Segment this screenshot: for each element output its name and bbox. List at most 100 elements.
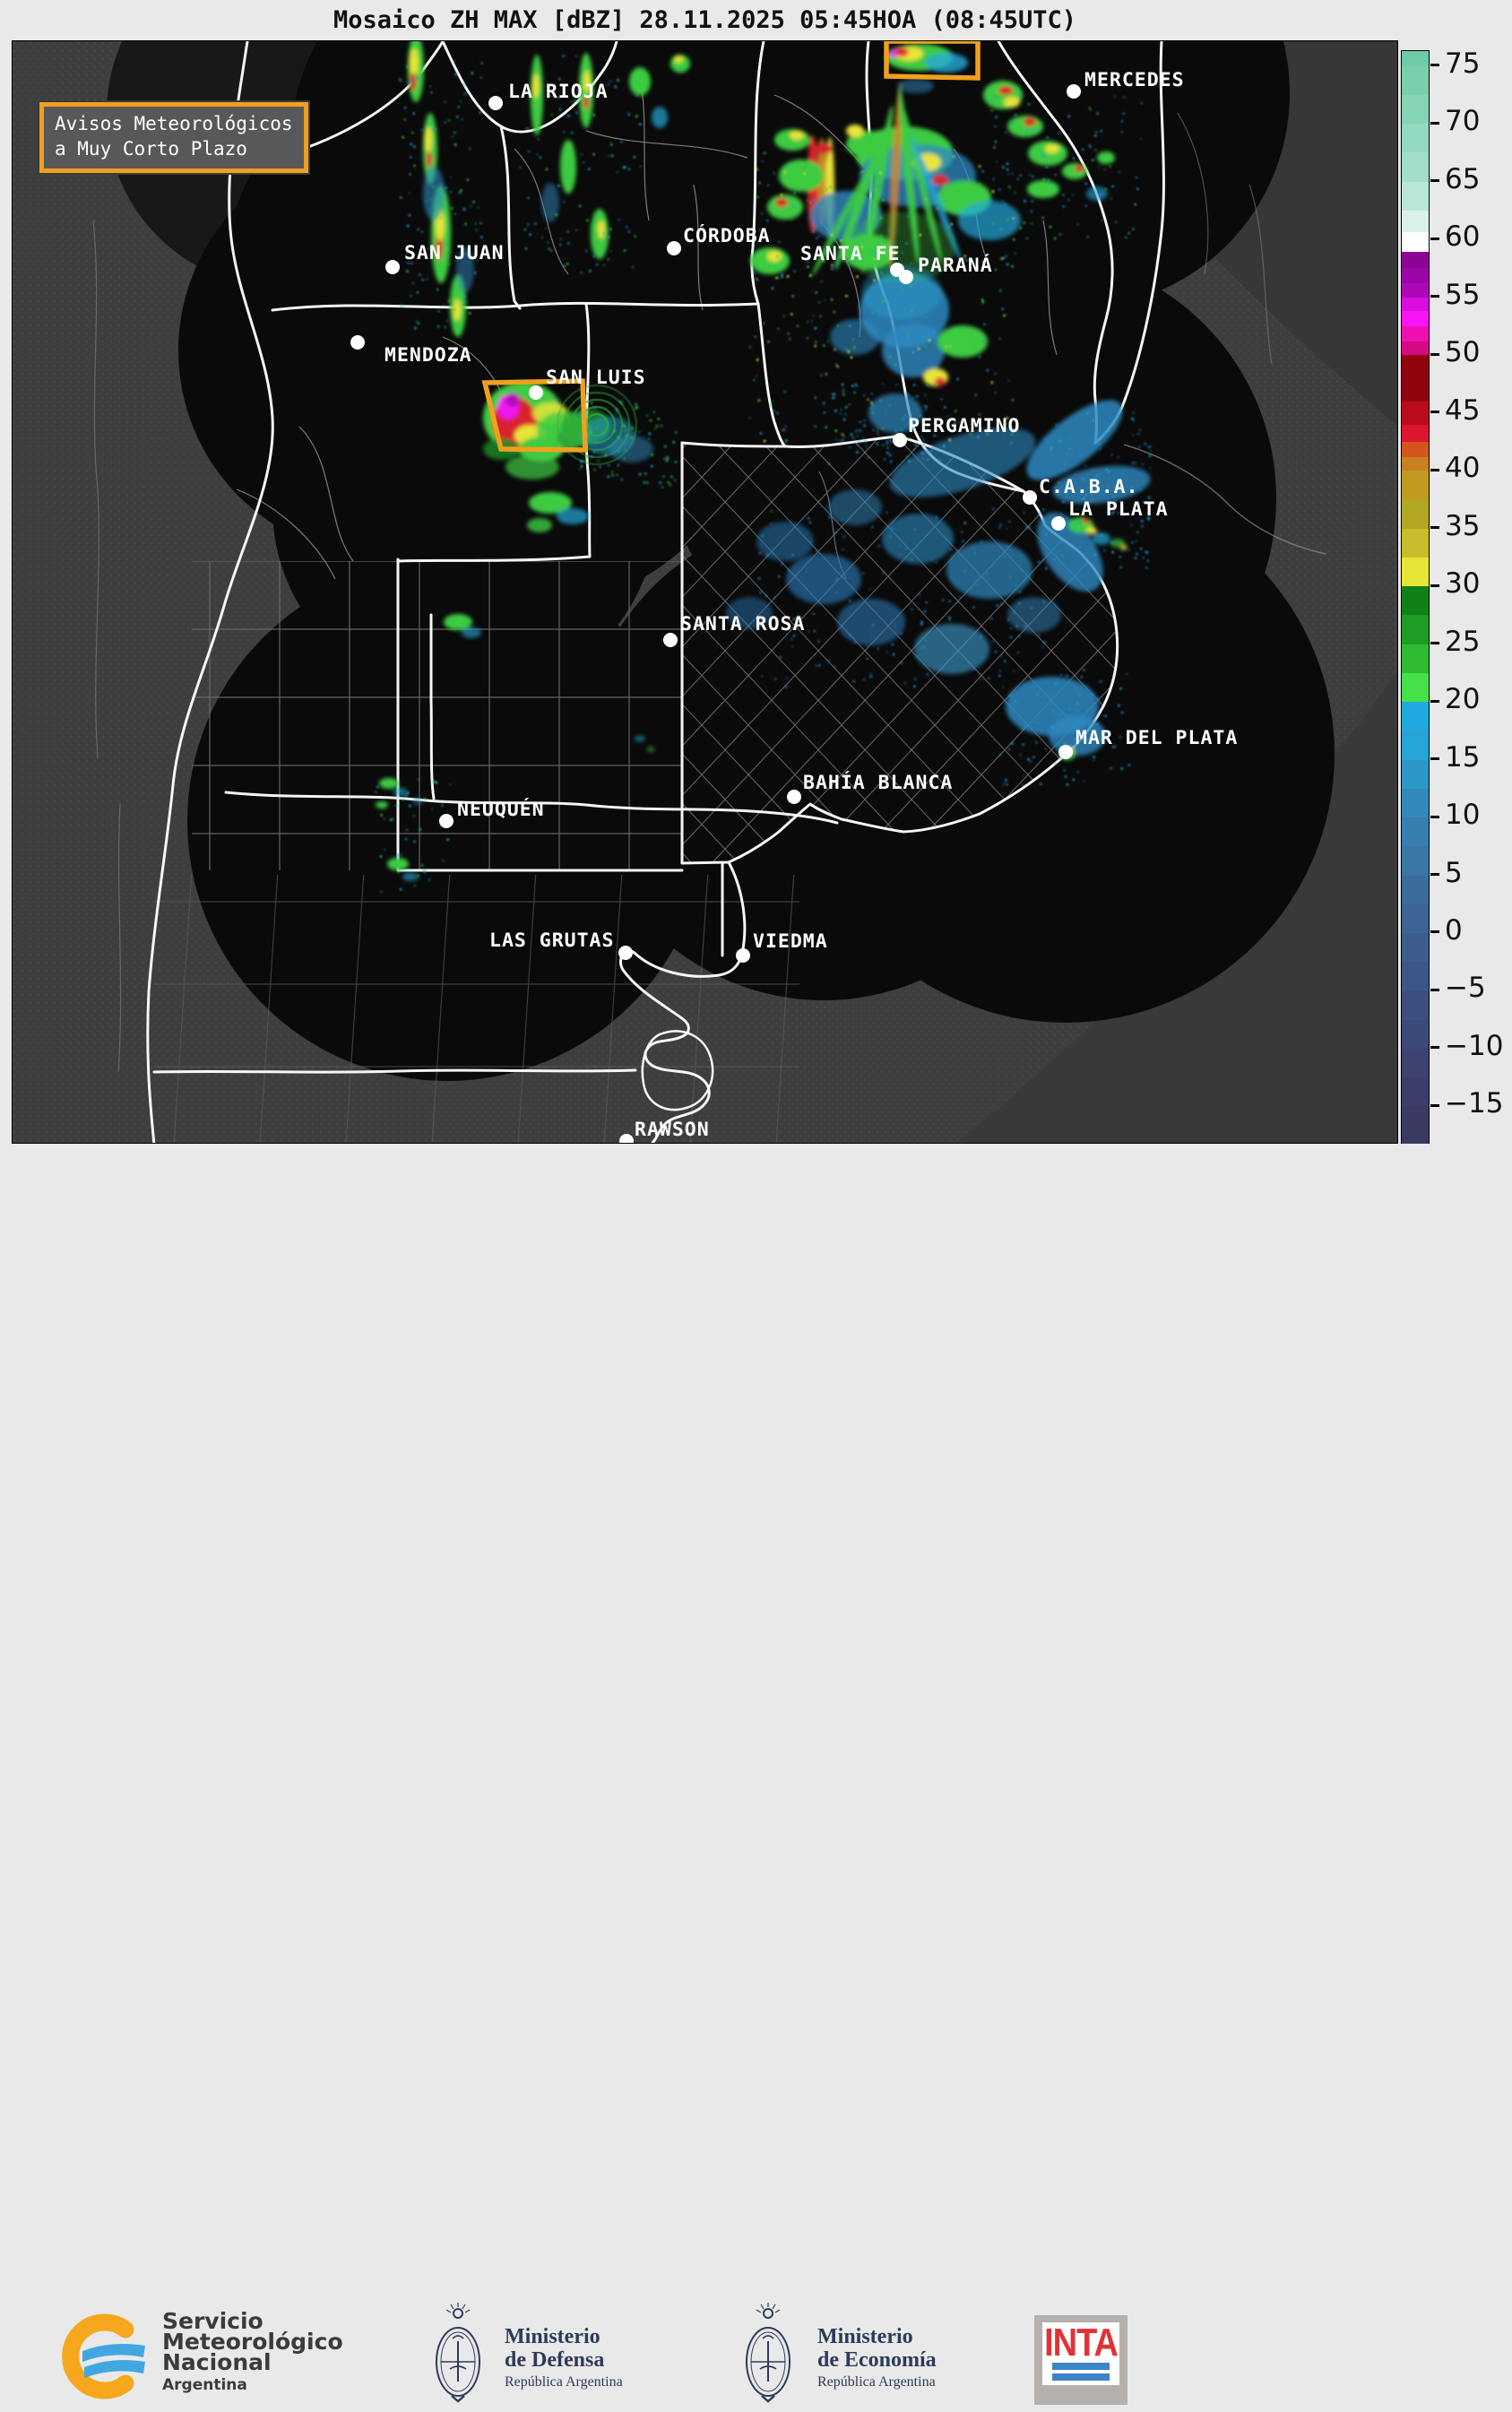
colorbar-band: [1402, 615, 1429, 644]
economia-line1: Ministerio: [817, 2325, 937, 2348]
colorbar-tick-label: 10: [1445, 799, 1480, 831]
city-label: LAS GRUTAS: [489, 929, 614, 952]
city-label: SANTA ROSA: [680, 613, 805, 635]
inta-bar-2: [1052, 2373, 1110, 2381]
colorbar-band: [1402, 182, 1429, 212]
colorbar-band: [1402, 283, 1429, 298]
city-marker: [1067, 84, 1081, 99]
colorbar-band: [1402, 990, 1429, 1020]
colorbar-tick-label: 25: [1445, 626, 1480, 658]
colorbar-tick-mark: [1430, 1046, 1439, 1049]
colorbar-band: [1402, 760, 1429, 790]
colorbar-tick-mark: [1430, 1104, 1439, 1107]
colorbar-band: [1402, 731, 1429, 760]
colorbar-band: [1402, 1106, 1429, 1145]
colorbar-band: [1402, 95, 1429, 125]
colorbar-band: [1402, 673, 1429, 703]
colorbar-band: [1402, 66, 1429, 96]
colorbar-tick-label: 75: [1445, 48, 1480, 80]
colorbar-band: [1402, 846, 1429, 876]
smn-line2: Meteorológico: [162, 2331, 343, 2352]
colorbar-band: [1402, 904, 1429, 934]
city-marker: [529, 385, 543, 400]
colorbar-tick-label: 70: [1445, 105, 1480, 137]
colorbar-tick-label: 50: [1445, 336, 1480, 368]
colorbar-tick-label: 55: [1445, 279, 1480, 311]
city-marker: [663, 633, 678, 647]
inta-logo-text: INTA: [1044, 2324, 1118, 2361]
colorbar-band: [1402, 876, 1429, 905]
city-marker: [893, 433, 907, 447]
colorbar-tick-mark: [1430, 469, 1439, 471]
smn-logo-text: Servicio Meteorológico Nacional Argentin…: [162, 2311, 343, 2394]
colorbar-tick-mark: [1430, 757, 1439, 760]
colorbar-tick-label: 20: [1445, 683, 1480, 715]
city-label: MAR DEL PLATA: [1076, 727, 1238, 749]
city-label: RAWSON: [635, 1119, 710, 1141]
city-marker: [1051, 516, 1066, 531]
colorbar-band: [1402, 268, 1429, 283]
colorbar-band: [1402, 962, 1429, 991]
warning-text-box: Avisos Meteorológicos a Muy Corto Plazo: [39, 102, 308, 173]
colorbar-tick-mark: [1430, 816, 1439, 818]
city-marker: [385, 260, 400, 274]
colorbar-band: [1402, 341, 1429, 356]
colorbar-band: [1402, 499, 1429, 529]
smn-logo-icon: [56, 2310, 154, 2403]
city-label: LA RIOJA: [508, 81, 609, 103]
colorbar-band: [1402, 471, 1429, 500]
colorbar-band: [1402, 232, 1429, 253]
colorbar-tick-mark: [1430, 989, 1439, 991]
colorbar-band: [1402, 298, 1429, 312]
plot-title: Mosaico ZH MAX [dBZ] 28.11.2025 05:45HOA…: [12, 6, 1398, 34]
city-marker: [667, 241, 681, 255]
colorbar-band: [1402, 152, 1429, 182]
colorbar-band: [1402, 326, 1429, 341]
colorbar-band: [1402, 817, 1429, 847]
colorbar-tick-label: 0: [1445, 914, 1463, 947]
defensa-logo-text: Ministerio de Defensa República Argentin…: [505, 2325, 623, 2390]
smn-line1: Servicio: [162, 2311, 343, 2331]
city-label: VIEDMA: [753, 930, 828, 953]
smn-line4: Argentina: [162, 2376, 343, 2394]
city-marker: [439, 814, 454, 828]
colorbar-tick-label: −5: [1445, 973, 1486, 1005]
city-label: SAN LUIS: [546, 367, 646, 389]
colorbar-band: [1402, 789, 1429, 818]
colorbar-tick-label: −15: [1445, 1088, 1503, 1120]
colorbar-tick-mark: [1430, 526, 1439, 529]
colorbar-band: [1402, 211, 1429, 233]
colorbar-tick-label: 45: [1445, 394, 1480, 427]
footer: Servicio Meteorológico Nacional Argentin…: [0, 1144, 1512, 1289]
colorbar-tick-mark: [1430, 700, 1439, 703]
defensa-line3: República Argentina: [505, 2374, 623, 2390]
colorbar-tick-mark: [1430, 584, 1439, 587]
defensa-coat-of-arms-icon: [428, 2301, 488, 2412]
colorbar-band: [1402, 1049, 1429, 1078]
city-marker: [618, 946, 633, 960]
warning-line-1: Avisos Meteorológicos: [55, 113, 293, 134]
city-marker: [736, 948, 750, 963]
colorbar-band: [1402, 644, 1429, 674]
colorbar-band: [1402, 558, 1429, 587]
colorbar-tick-label: 35: [1445, 510, 1480, 542]
colorbar-band: [1402, 124, 1429, 153]
city-marker: [488, 96, 503, 110]
city-label: CÓRDOBA: [683, 224, 771, 247]
colorbar-tick-label: −10: [1445, 1030, 1503, 1062]
colorbar-tick-label: 30: [1445, 567, 1480, 600]
city-label: MENDOZA: [384, 344, 472, 367]
city-label: MERCEDES: [1084, 69, 1185, 91]
colorbar-tick-mark: [1430, 295, 1439, 298]
economia-logo-text: Ministerio de Economía República Argenti…: [817, 2325, 937, 2390]
city-label: SANTA FE: [800, 243, 901, 265]
colorbar-band: [1402, 586, 1429, 616]
colorbar-tick-mark: [1430, 411, 1439, 413]
colorbar-tick-label: 5: [1445, 857, 1463, 889]
colorbar-tick-label: 15: [1445, 741, 1480, 774]
inta-bar-1: [1052, 2363, 1110, 2370]
city-label: NEUQUÉN: [457, 798, 545, 821]
defensa-line2: de Defensa: [505, 2348, 623, 2372]
economia-line2: de Economía: [817, 2348, 937, 2372]
radar-map-svg: LA RIOJA MERCEDES SAN JUAN CÓRDOBA SANTA FE P…: [13, 41, 1398, 1144]
